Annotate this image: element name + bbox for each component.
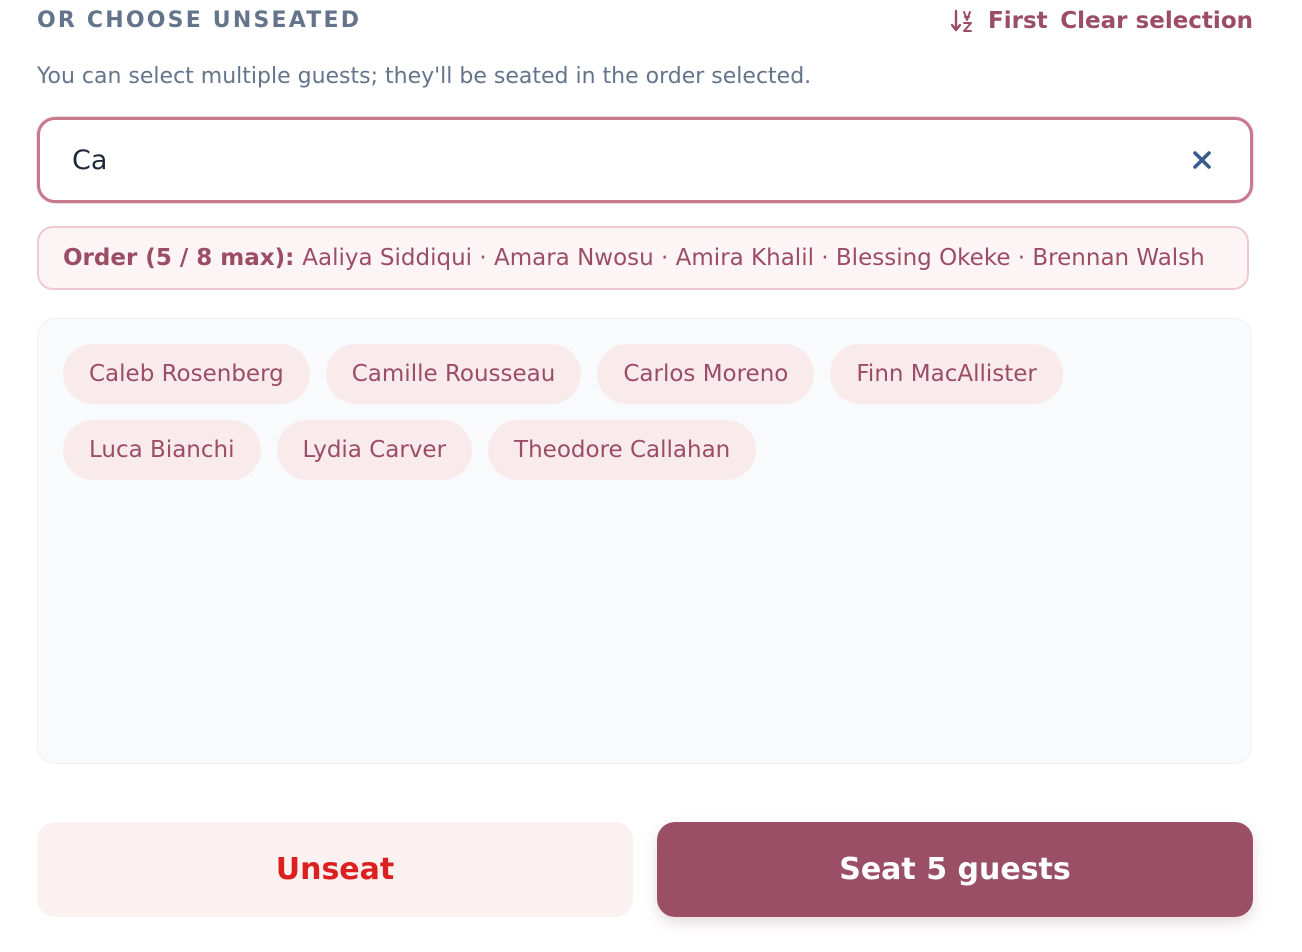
order-names: Aaliya Siddiqui · Amara Nwosu · Amira Kh… [302, 245, 1205, 271]
unseated-guest-list: Caleb Rosenberg Camille Rousseau Carlos … [37, 318, 1252, 764]
sort-button[interactable]: First [950, 6, 1048, 36]
guest-chip-group: Caleb Rosenberg Camille Rousseau Carlos … [63, 344, 1223, 480]
selection-order-bar: Order (5 / 8 max): Aaliya Siddiqui · Ama… [37, 226, 1249, 290]
guest-chip[interactable]: Theodore Callahan [488, 420, 757, 480]
guest-chip[interactable]: Carlos Moreno [597, 344, 815, 404]
order-label: Order (5 / 8 max): [63, 245, 295, 271]
guest-chip[interactable]: Luca Bianchi [63, 420, 261, 480]
guest-search-field[interactable] [37, 117, 1253, 203]
clear-selection-button[interactable]: Clear selection [1060, 6, 1253, 36]
unseat-button[interactable]: Unseat [37, 822, 633, 917]
guest-chip[interactable]: Caleb Rosenberg [63, 344, 310, 404]
guest-chip[interactable]: Lydia Carver [276, 420, 473, 480]
selection-hint: You can select multiple guests; they'll … [37, 64, 812, 89]
guest-chip[interactable]: Camille Rousseau [325, 344, 582, 404]
guest-chip[interactable]: Finn MacAllister [830, 344, 1063, 404]
close-icon[interactable] [1190, 148, 1214, 172]
guest-search-input[interactable] [72, 120, 1152, 200]
sort-label: First [988, 8, 1048, 34]
sort-ascending-az-icon [950, 8, 976, 34]
section-title: OR CHOOSE UNSEATED [37, 8, 362, 33]
section-header: OR CHOOSE UNSEATED First Clear selection [37, 4, 1253, 38]
seat-guests-button[interactable]: Seat 5 guests [657, 822, 1253, 917]
